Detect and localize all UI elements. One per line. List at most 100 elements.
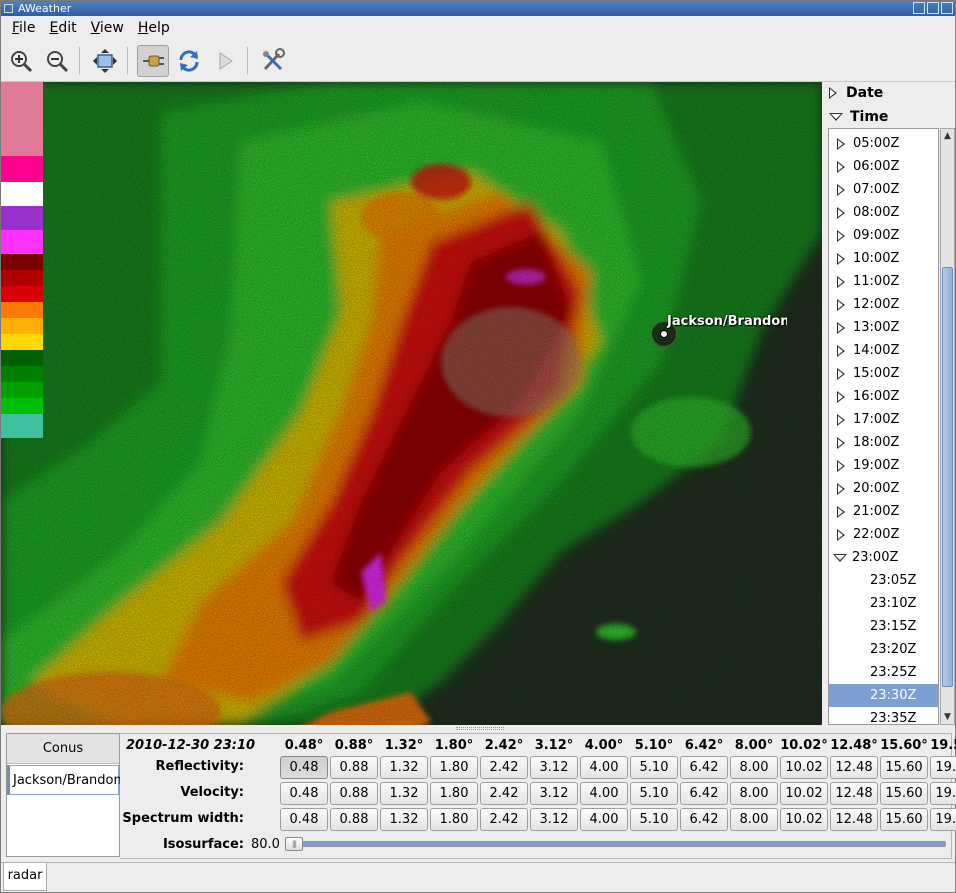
time-item[interactable]: 09:00Z: [829, 224, 938, 247]
time-item[interactable]: 15:00Z: [829, 362, 938, 385]
connect-button[interactable]: [137, 45, 169, 77]
spectrum-width-elevation-button[interactable]: 19.51: [930, 808, 956, 831]
refresh-button[interactable]: [173, 45, 205, 77]
velocity-elevation-button[interactable]: 4.00: [580, 782, 628, 805]
reflectivity-elevation-button[interactable]: 1.32: [380, 756, 428, 779]
reflectivity-elevation-button[interactable]: 0.48: [280, 756, 328, 779]
velocity-elevation-button[interactable]: 5.10: [630, 782, 678, 805]
scroll-thumb[interactable]: [942, 267, 953, 687]
time-item[interactable]: 23:00Z: [829, 546, 938, 569]
date-section[interactable]: Date: [829, 82, 883, 104]
reflectivity-elevation-button[interactable]: 8.00: [730, 756, 778, 779]
play-button[interactable]: [209, 45, 241, 77]
expand-right-icon[interactable]: [837, 275, 845, 288]
isosurface-slider[interactable]: |||: [285, 837, 946, 851]
scroll-down-icon[interactable]: ▼: [941, 710, 954, 724]
reflectivity-elevation-button[interactable]: 4.00: [580, 756, 628, 779]
velocity-elevation-button[interactable]: 8.00: [730, 782, 778, 805]
velocity-elevation-button[interactable]: 0.88: [330, 782, 378, 805]
tab-radar[interactable]: radar: [3, 863, 47, 891]
time-section[interactable]: Time: [829, 106, 888, 128]
expand-right-icon[interactable]: [837, 229, 845, 242]
spectrum-width-elevation-button[interactable]: 8.00: [730, 808, 778, 831]
reflectivity-elevation-button[interactable]: 19.51: [930, 756, 956, 779]
menu-view[interactable]: View: [84, 16, 131, 40]
reflectivity-elevation-button[interactable]: 5.10: [630, 756, 678, 779]
time-item[interactable]: 05:00Z: [829, 132, 938, 155]
time-item[interactable]: 11:00Z: [829, 270, 938, 293]
time-subitem[interactable]: 23:15Z: [829, 615, 938, 638]
expand-right-icon[interactable]: [837, 505, 845, 518]
site-list[interactable]: Conus Jackson/Brandon: [6, 733, 122, 857]
reflectivity-elevation-button[interactable]: 3.12: [530, 756, 578, 779]
spectrum-width-elevation-button[interactable]: 0.48: [280, 808, 328, 831]
velocity-elevation-button[interactable]: 6.42: [680, 782, 728, 805]
scroll-up-icon[interactable]: ▲: [941, 129, 954, 143]
time-subitem[interactable]: 23:10Z: [829, 592, 938, 615]
time-subitem[interactable]: 23:35Z: [829, 707, 938, 724]
velocity-elevation-button[interactable]: 3.12: [530, 782, 578, 805]
expand-right-icon[interactable]: [837, 344, 845, 357]
expand-right-icon[interactable]: [837, 367, 845, 380]
expand-right-icon[interactable]: [837, 252, 845, 265]
zoom-out-button[interactable]: [41, 45, 73, 77]
reflectivity-elevation-button[interactable]: 2.42: [480, 756, 528, 779]
time-tree[interactable]: 05:00Z 06:00Z 07:00Z 08:00Z 09:00Z 10:00Z 11:0…: [828, 128, 939, 725]
reflectivity-elevation-button[interactable]: 6.42: [680, 756, 728, 779]
spectrum-width-elevation-button[interactable]: 10.02: [780, 808, 828, 831]
time-item[interactable]: 18:00Z: [829, 431, 938, 454]
expand-right-icon[interactable]: [837, 137, 845, 150]
spectrum-width-elevation-button[interactable]: 0.88: [330, 808, 378, 831]
expand-right-icon[interactable]: [837, 482, 845, 495]
expand-right-icon[interactable]: [837, 413, 845, 426]
site-item-jackson-brandon[interactable]: Jackson/Brandon: [7, 765, 122, 795]
close-button[interactable]: [941, 2, 953, 14]
zoom-in-button[interactable]: [5, 45, 37, 77]
time-item[interactable]: 13:00Z: [829, 316, 938, 339]
time-item[interactable]: 10:00Z: [829, 247, 938, 270]
velocity-elevation-button[interactable]: 19.51: [930, 782, 956, 805]
expand-right-icon[interactable]: [837, 206, 845, 219]
expand-right-icon[interactable]: [837, 321, 845, 334]
time-item[interactable]: 19:00Z: [829, 454, 938, 477]
expand-right-icon[interactable]: [837, 390, 845, 403]
velocity-elevation-button[interactable]: 10.02: [780, 782, 828, 805]
spectrum-width-elevation-button[interactable]: 6.42: [680, 808, 728, 831]
spectrum-width-elevation-button[interactable]: 4.00: [580, 808, 628, 831]
spectrum-width-elevation-button[interactable]: 1.80: [430, 808, 478, 831]
expand-right-icon[interactable]: [837, 436, 845, 449]
time-item[interactable]: 06:00Z: [829, 155, 938, 178]
time-item[interactable]: 12:00Z: [829, 293, 938, 316]
time-item[interactable]: 17:00Z: [829, 408, 938, 431]
time-item[interactable]: 08:00Z: [829, 201, 938, 224]
expand-down-icon[interactable]: [833, 553, 847, 563]
minimize-button[interactable]: [913, 2, 925, 14]
reflectivity-elevation-button[interactable]: 15.60: [880, 756, 928, 779]
velocity-elevation-button[interactable]: 12.48: [830, 782, 878, 805]
reflectivity-elevation-button[interactable]: 10.02: [780, 756, 828, 779]
time-scrollbar[interactable]: ▲ ▼: [940, 128, 955, 725]
fit-view-button[interactable]: [89, 45, 121, 77]
menu-edit[interactable]: Edit: [42, 16, 83, 40]
velocity-elevation-button[interactable]: 1.80: [430, 782, 478, 805]
site-item-conus[interactable]: Conus: [7, 734, 119, 764]
time-subitem[interactable]: 23:05Z: [829, 569, 938, 592]
velocity-elevation-button[interactable]: 2.42: [480, 782, 528, 805]
window-menu-icon[interactable]: [4, 4, 13, 13]
time-item[interactable]: 20:00Z: [829, 477, 938, 500]
time-subitem[interactable]: 23:20Z: [829, 638, 938, 661]
menu-file[interactable]: File: [5, 16, 42, 40]
expand-right-icon[interactable]: [837, 459, 845, 472]
velocity-elevation-button[interactable]: 0.48: [280, 782, 328, 805]
radar-map[interactable]: Jackson/Brandon: [1, 82, 822, 725]
spectrum-width-elevation-button[interactable]: 15.60: [880, 808, 928, 831]
expand-right-icon[interactable]: [837, 160, 845, 173]
expand-right-icon[interactable]: [837, 183, 845, 196]
reflectivity-elevation-button[interactable]: 12.48: [830, 756, 878, 779]
spectrum-width-elevation-button[interactable]: 1.32: [380, 808, 428, 831]
expand-right-icon[interactable]: [837, 298, 845, 311]
maximize-button[interactable]: [927, 2, 939, 14]
expand-right-icon[interactable]: [837, 528, 845, 541]
spectrum-width-elevation-button[interactable]: 3.12: [530, 808, 578, 831]
isosurface-slider-handle[interactable]: |||: [285, 837, 303, 851]
